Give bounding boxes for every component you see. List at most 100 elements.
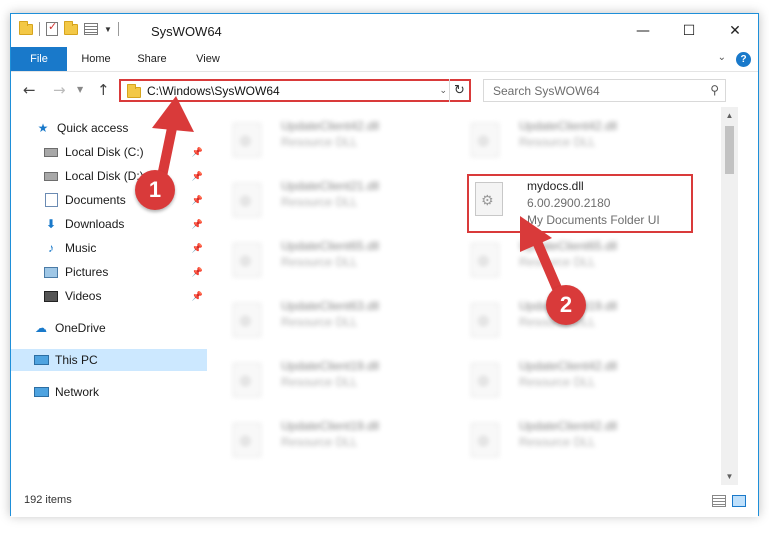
help-icon[interactable]: ? [736, 52, 751, 67]
star-icon: ★ [37, 121, 49, 135]
ribbon-tabs: File Home Share View ⌄ ? [11, 47, 758, 72]
file-name: UpdateClient19.dll [281, 419, 380, 433]
sidebar-item-onedrive[interactable]: ☁ OneDrive [11, 317, 207, 339]
pin-icon[interactable]: 📌 [192, 147, 203, 158]
sidebar-item-network[interactable]: Network [11, 381, 207, 403]
file-name: UpdateClient65.dll [519, 239, 618, 253]
pin-icon[interactable]: 📌 [192, 243, 203, 254]
address-dropdown-chevron-icon[interactable]: ⌄ [439, 85, 447, 96]
new-folder-icon[interactable] [64, 20, 78, 35]
pin-icon[interactable]: 📌 [192, 195, 203, 206]
back-arrow-icon[interactable]: ← [23, 81, 36, 99]
network-icon-wrap [33, 385, 49, 399]
navigation-pane: ★ Quick access Local Disk (C:) 📌 Local D… [11, 107, 207, 485]
window-title: SysWOW64 [151, 24, 222, 39]
dll-file-icon [233, 183, 261, 217]
file-item[interactable]: UpdateClient42.dll Resource DLL [445, 415, 671, 465]
sidebar-item-quick-access[interactable]: ★ Quick access [11, 117, 207, 139]
tab-file[interactable]: File [11, 47, 67, 71]
dll-file-icon [233, 243, 261, 277]
network-icon [33, 387, 49, 397]
up-arrow-icon[interactable]: ↑ [97, 81, 110, 99]
sidebar-item-label: OneDrive [55, 321, 106, 335]
file-description: Resource DLL [281, 375, 358, 389]
scroll-down-arrow-icon[interactable]: ▼ [721, 468, 738, 485]
file-name: UpdateClient42.dll [519, 419, 618, 433]
tab-share[interactable]: Share [125, 47, 179, 71]
vertical-scrollbar[interactable]: ▲ ▼ [721, 107, 738, 485]
dll-file-icon [233, 303, 261, 337]
pin-icon[interactable]: 📌 [192, 219, 203, 230]
sidebar-item-downloads[interactable]: ⬇ Downloads 📌 [11, 213, 207, 235]
recent-locations-chevron-icon[interactable]: ▼ [77, 85, 83, 94]
file-description: Resource DLL [281, 255, 358, 269]
file-name: UpdateClient42.dll [519, 119, 618, 133]
sidebar-item-local-disk-d[interactable]: Local Disk (D:) 📌 [11, 165, 207, 187]
view-icon[interactable] [84, 23, 98, 35]
file-item[interactable]: UpdateClient42.dll Resource DLL [445, 115, 671, 165]
pin-icon[interactable]: 📌 [192, 171, 203, 182]
file-description: Resource DLL [519, 435, 596, 449]
file-description: Resource DLL [519, 255, 596, 269]
expand-ribbon-chevron-icon[interactable]: ⌄ [718, 52, 726, 63]
drive-icon [44, 171, 58, 181]
highlight-box [467, 174, 693, 233]
details-view-icon[interactable] [712, 495, 726, 507]
sidebar-item-local-disk-c[interactable]: Local Disk (C:) 📌 [11, 141, 207, 163]
navigation-bar: ← → ▼ ↑ C:\Windows\SysWOW64 ⌄ ↻ Search S… [11, 73, 758, 107]
videos-icon-wrap [43, 289, 59, 303]
maximize-button[interactable]: ☐ [666, 14, 712, 47]
forward-arrow-icon[interactable]: → [53, 81, 66, 99]
file-item[interactable]: UpdateClient19.dll Resource DLL [207, 355, 433, 405]
file-description: Resource DLL [281, 195, 358, 209]
close-button[interactable]: ✕ [712, 14, 758, 47]
search-icon[interactable]: ⚲ [710, 83, 719, 97]
sidebar-item-documents[interactable]: Documents 📌 [11, 189, 207, 211]
address-path[interactable]: C:\Windows\SysWOW64 [147, 84, 280, 98]
refresh-icon[interactable]: ↻ [449, 79, 469, 102]
file-item[interactable]: UpdateClient63.dll Resource DLL [207, 295, 433, 345]
search-input[interactable]: Search SysWOW64 ⚲ [483, 79, 726, 102]
sidebar-item-label: Network [55, 385, 100, 399]
sidebar-item-music[interactable]: ♪ Music 📌 [11, 237, 207, 259]
file-item[interactable]: UpdateClient42.dll Resource DLL [445, 355, 671, 405]
item-count: 192 items [24, 494, 72, 506]
sidebar-item-label: Pictures [65, 265, 109, 279]
folder-icon [127, 84, 141, 98]
file-item[interactable]: UpdateClient21.dll Resource DLL [207, 175, 433, 225]
file-item[interactable]: UpdateClient19.dll Resource DLL [207, 415, 433, 465]
tab-view[interactable]: View [181, 47, 235, 71]
file-description: Resource DLL [281, 315, 358, 329]
minimize-button[interactable]: — [620, 14, 666, 47]
sidebar-item-videos[interactable]: Videos 📌 [11, 285, 207, 307]
scroll-up-arrow-icon[interactable]: ▲ [721, 107, 738, 124]
file-item[interactable]: UpdateClient65.dll Resource DLL [207, 235, 433, 285]
file-name: UpdateClient21.dll [281, 179, 380, 193]
title-bar: ▼ SysWOW64 — ☐ ✕ [11, 14, 758, 47]
scrollbar-thumb[interactable] [725, 126, 734, 174]
sidebar-item-this-pc[interactable]: This PC [11, 349, 207, 371]
pictures-icon-wrap [43, 265, 59, 279]
file-description: Resource DLL [281, 435, 358, 449]
documents-icon [44, 193, 58, 207]
address-bar[interactable]: C:\Windows\SysWOW64 ⌄ ↻ [119, 79, 471, 102]
pin-icon[interactable]: 📌 [192, 267, 203, 278]
documents-icon-wrap [43, 193, 59, 207]
tab-home[interactable]: Home [69, 47, 123, 71]
file-item[interactable]: UpdateClient42.dll Resource DLL [207, 115, 433, 165]
this-pc-icon [33, 355, 49, 365]
large-icons-view-icon[interactable] [732, 495, 746, 507]
dll-file-icon [471, 423, 499, 457]
file-explorer-window: ▼ SysWOW64 — ☐ ✕ File Home Share View ⌄ … [10, 13, 759, 517]
file-item[interactable]: UpdateClient65.dll Resource DLL [445, 235, 671, 285]
customize-toolbar-chevron-icon[interactable]: ▼ [104, 25, 112, 34]
window-controls: — ☐ ✕ [620, 14, 758, 47]
toolbar-separator [117, 22, 119, 36]
pictures-icon [44, 266, 58, 278]
properties-icon[interactable] [46, 20, 58, 36]
folder-icon [19, 20, 33, 35]
file-name: UpdateClient63.dll [281, 299, 380, 313]
sidebar-item-pictures[interactable]: Pictures 📌 [11, 261, 207, 283]
file-name: UpdateClient42.dll [281, 119, 380, 133]
pin-icon[interactable]: 📌 [192, 291, 203, 302]
